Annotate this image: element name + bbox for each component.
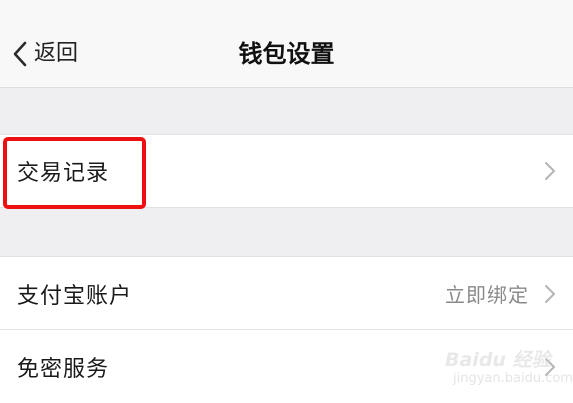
password-free-service-row[interactable]: 免密服务 [0,330,573,403]
transaction-records-row[interactable]: 交易记录 [0,134,573,208]
chevron-right-icon [543,357,557,377]
alipay-account-label: 支付宝账户 [17,283,133,309]
bind-now-value: 立即绑定 [445,283,529,307]
wallet-settings-page: 返回 钱包设置 交易记录 支付宝账户 立即绑定 免密服务 Baidu 经验 ji… [0,0,573,403]
transaction-records-label: 交易记录 [17,161,110,186]
page-title: 钱包设置 [238,40,335,68]
chevron-right-icon [543,284,557,304]
alipay-account-row[interactable]: 支付宝账户 立即绑定 [0,256,573,330]
navigation-bar: 返回 钱包设置 [0,0,573,88]
password-free-service-label: 免密服务 [17,356,110,382]
chevron-right-icon [543,161,557,181]
